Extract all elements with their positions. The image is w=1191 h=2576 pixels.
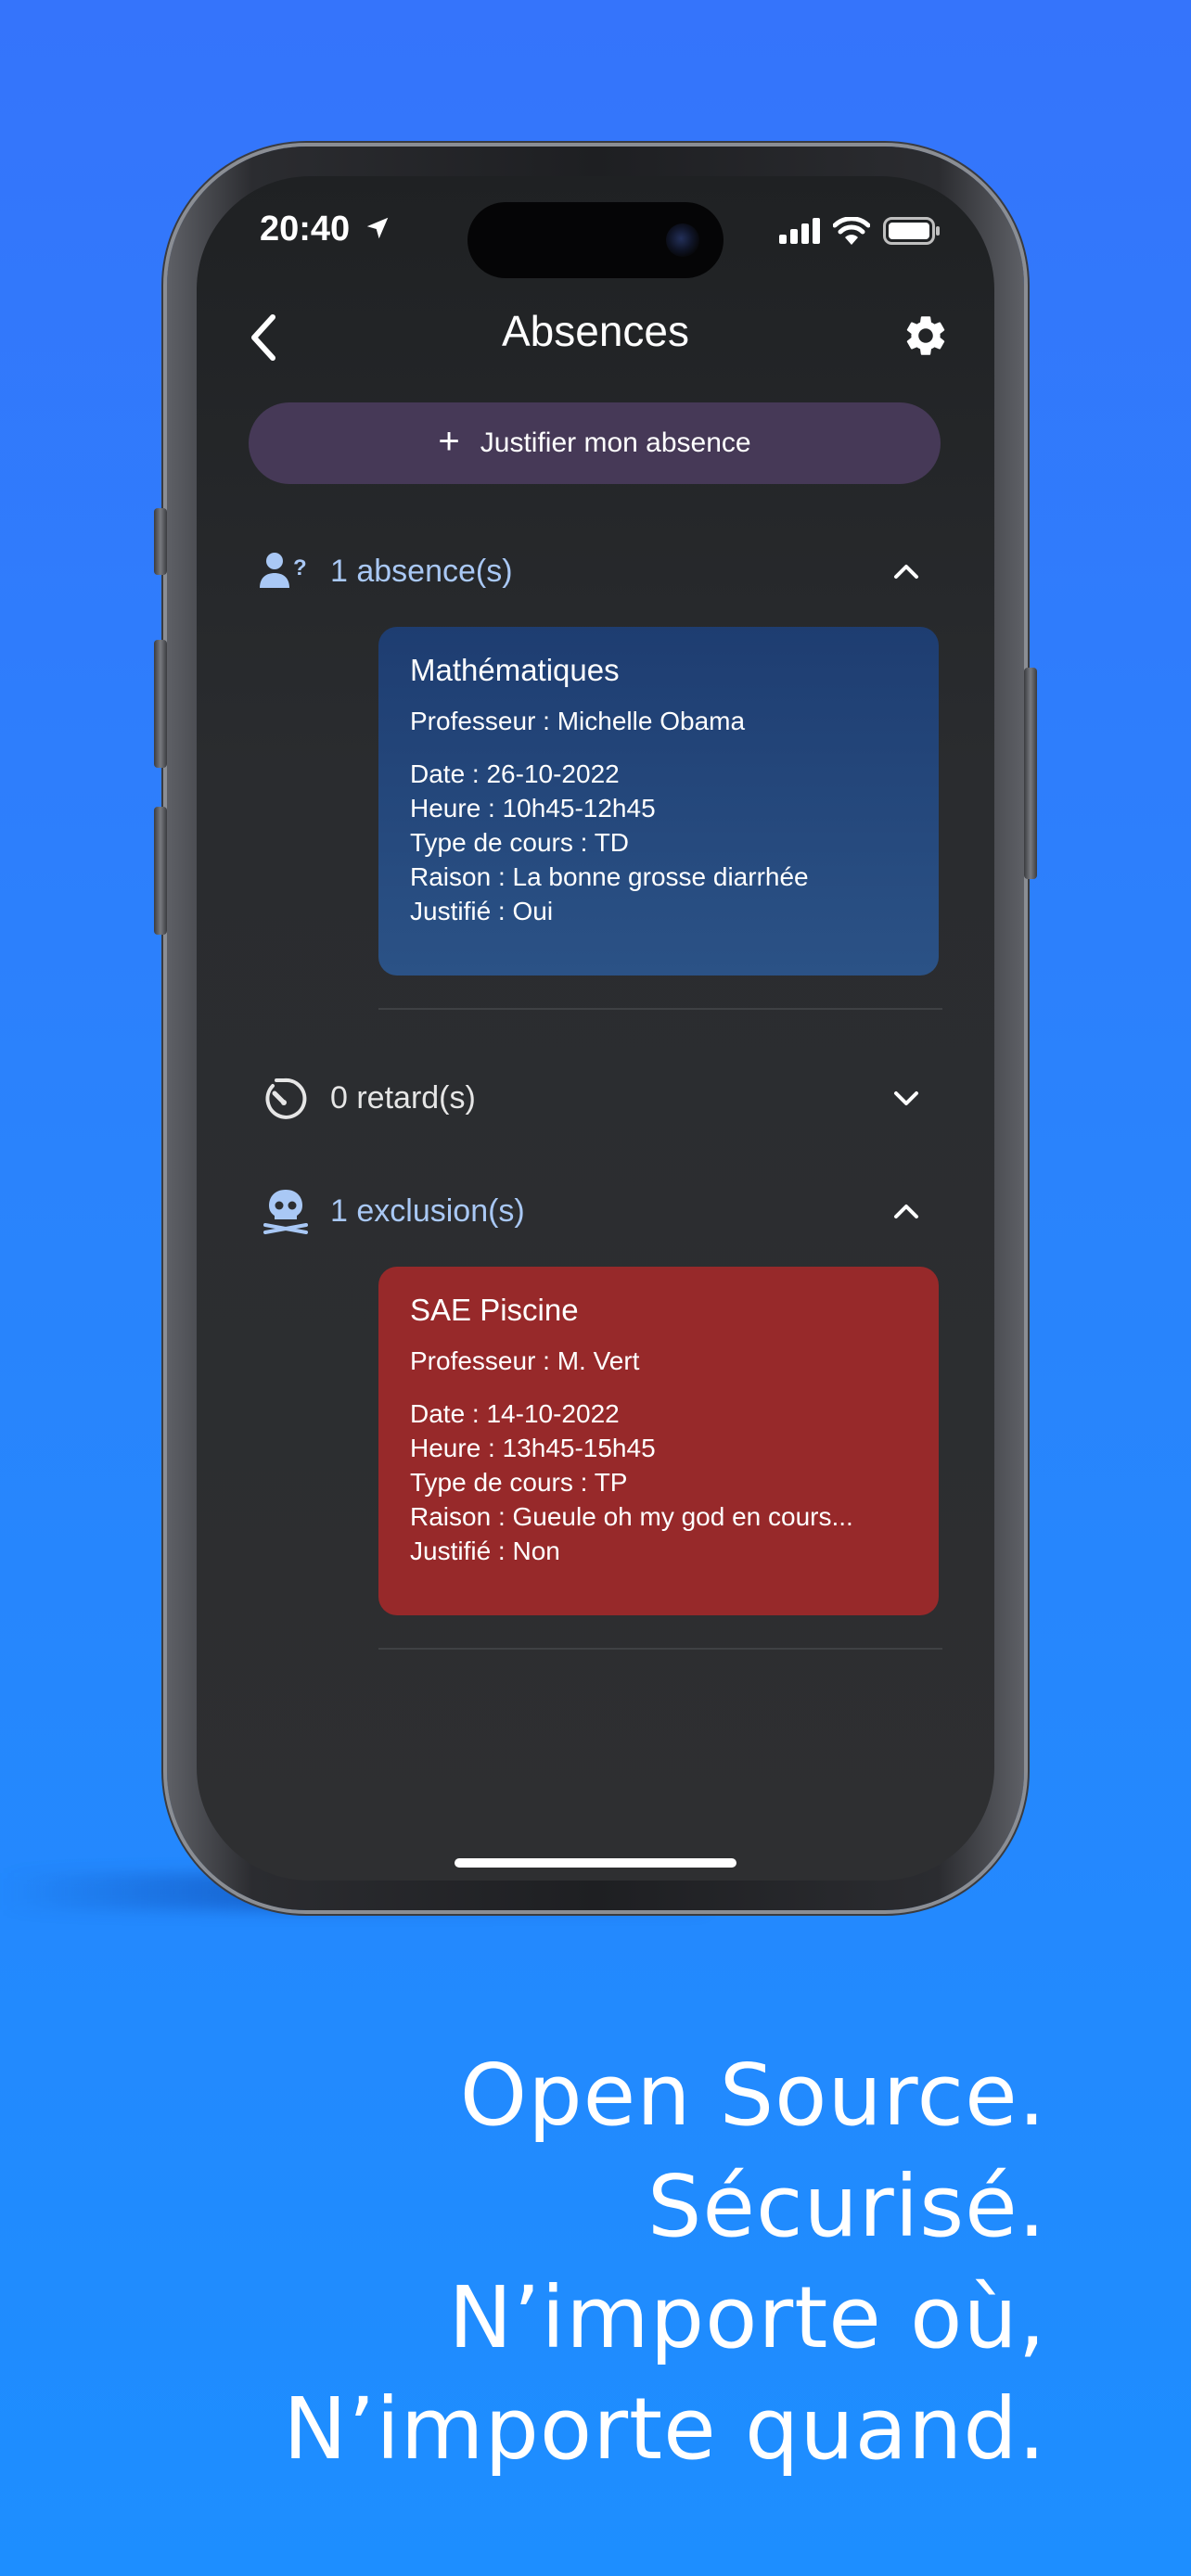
cellular-signal-icon	[779, 218, 820, 244]
exclusion-date: Date : 14-10-2022	[410, 1399, 620, 1428]
page-title: Absences	[501, 307, 689, 355]
exclusions-section-header[interactable]: 1 exclusion(s)	[260, 1183, 944, 1239]
skull-icon	[263, 1190, 308, 1234]
divider	[378, 1008, 942, 1010]
action-button	[154, 508, 167, 575]
tagline-line-3: N’importe où,	[448, 2268, 1046, 2367]
absences-count: 1 absence(s)	[330, 553, 513, 589]
absence-professor: Professeur : Michelle Obama	[410, 707, 746, 735]
svg-text:?: ?	[293, 555, 307, 580]
absence-subject: Mathématiques	[410, 653, 620, 687]
absence-reason: Raison : La bonne grosse diarrhée	[410, 862, 809, 891]
absence-card[interactable]: Mathématiques Professeur : Michelle Obam…	[378, 627, 939, 976]
phone-screen: 20:40 Absences + Justifier mon absence ?…	[197, 176, 994, 1881]
absence-date: Date : 26-10-2022	[410, 759, 620, 788]
status-bar-time: 20:40	[260, 210, 391, 249]
exclusion-subject: SAE Piscine	[410, 1293, 579, 1327]
chevron-up-icon[interactable]	[890, 1196, 922, 1226]
dynamic-island	[467, 202, 724, 278]
status-icons	[779, 217, 941, 245]
battery-icon	[883, 217, 940, 245]
exclusion-justified: Justifié : Non	[410, 1537, 560, 1565]
chevron-down-icon[interactable]	[890, 1083, 922, 1113]
wifi-icon	[833, 217, 870, 245]
tagline-line-4: N’importe quand.	[283, 2379, 1046, 2479]
tagline-line-1: Open Source.	[459, 2046, 1046, 2145]
person-question-icon: ?	[260, 553, 307, 588]
tagline-line-2: Sécurisé.	[647, 2157, 1046, 2256]
camera-icon	[666, 223, 699, 257]
gear-icon[interactable]	[902, 312, 950, 360]
location-arrow-icon	[366, 217, 389, 239]
delays-section-header[interactable]: 0 retard(s)	[260, 1070, 944, 1126]
plus-icon: +	[438, 420, 460, 462]
justify-absence-button[interactable]: + Justifier mon absence	[249, 402, 941, 484]
absence-justified: Justifié : Oui	[410, 897, 554, 925]
justify-absence-label: Justifier mon absence	[480, 427, 751, 458]
exclusion-course-type: Type de cours : TP	[410, 1468, 628, 1497]
chevron-up-icon[interactable]	[890, 556, 922, 586]
power-button	[1024, 668, 1037, 879]
volume-up-button	[154, 640, 167, 768]
exclusion-hour: Heure : 13h45-15h45	[410, 1434, 656, 1462]
exclusion-card[interactable]: SAE Piscine Professeur : M. Vert Date : …	[378, 1267, 939, 1615]
divider	[378, 1648, 942, 1650]
marketing-tagline: Open Source. Sécurisé. N’importe où, N’i…	[283, 2040, 1046, 2485]
exclusion-professor: Professeur : M. Vert	[410, 1346, 640, 1375]
absences-section-header[interactable]: ? 1 absence(s)	[260, 543, 944, 599]
absence-course-type: Type de cours : TD	[410, 828, 630, 857]
exclusion-reason: Raison : Gueule oh my god en cours...	[410, 1502, 853, 1531]
timer-icon	[265, 1078, 307, 1119]
volume-down-button	[154, 807, 167, 935]
exclusions-count: 1 exclusion(s)	[330, 1192, 525, 1229]
home-indicator[interactable]	[455, 1858, 736, 1868]
delays-count: 0 retard(s)	[330, 1079, 476, 1116]
absence-hour: Heure : 10h45-12h45	[410, 794, 656, 823]
status-time-text: 20:40	[260, 210, 351, 249]
